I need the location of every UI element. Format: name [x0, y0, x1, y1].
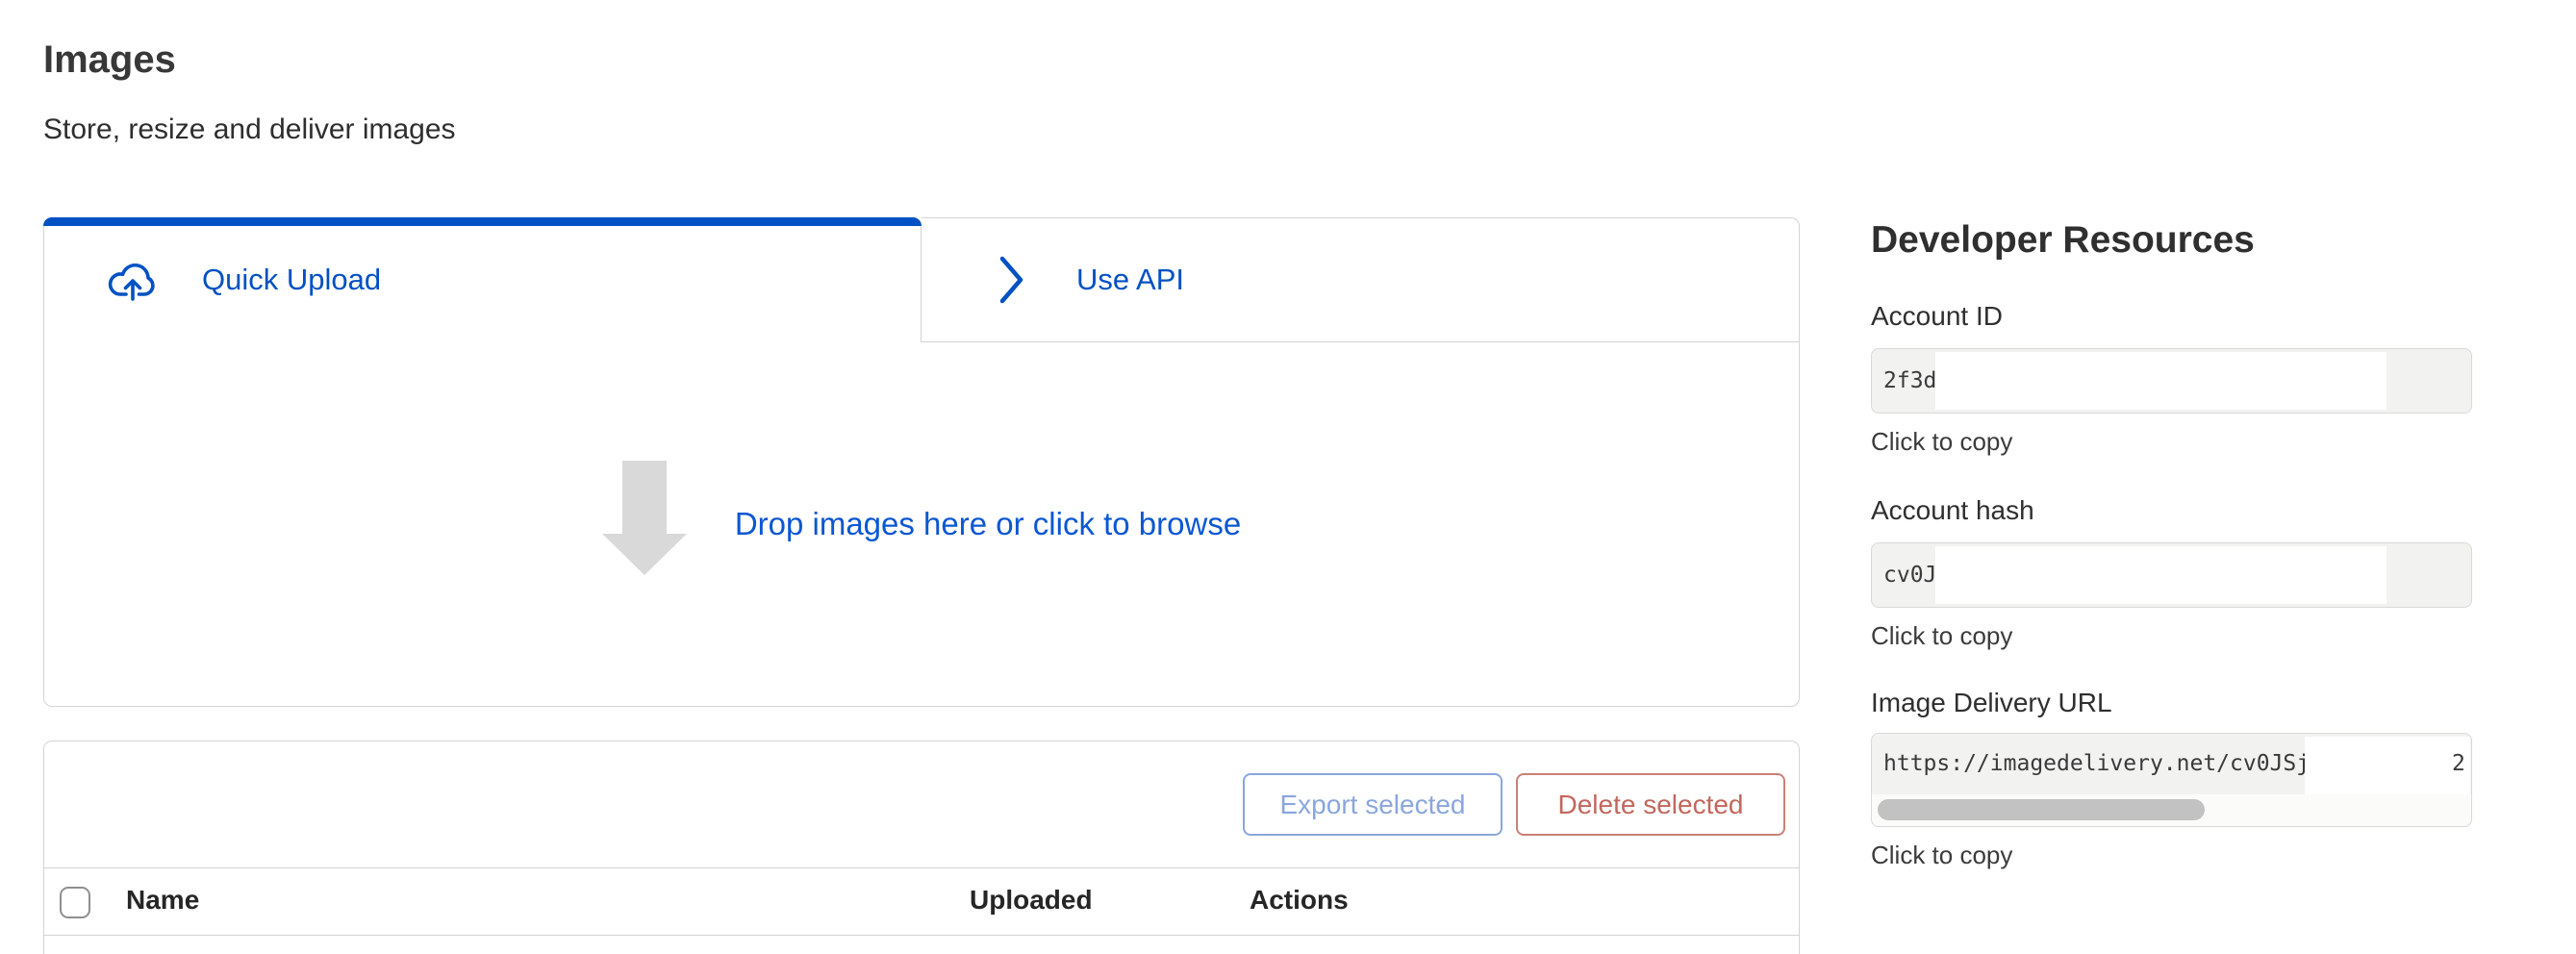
column-header-name: Name	[126, 885, 199, 916]
table-toolbar: Export selected Delete selected	[44, 741, 1799, 868]
export-selected-button[interactable]: Export selected	[1243, 773, 1503, 836]
tab-quick-upload-label: Quick Upload	[202, 263, 381, 297]
url-scrollbar-thumb[interactable]	[1878, 799, 2205, 820]
account-hash-copy-hint: Click to copy	[1871, 623, 2472, 648]
dropzone-label: Drop images here or click to browse	[735, 506, 1241, 542]
cloud-upload-icon	[107, 258, 159, 302]
table-header-row: Name Uploaded Actions	[44, 868, 1799, 936]
arrow-down-icon	[602, 461, 687, 575]
active-tab-accent-bar	[43, 217, 922, 226]
upload-tabs: Quick Upload Use API	[43, 217, 1800, 342]
page-title: Images	[43, 38, 176, 82]
delete-selected-button[interactable]: Delete selected	[1516, 773, 1785, 836]
chevron-right-icon	[998, 255, 1026, 305]
select-all-checkbox[interactable]	[60, 887, 90, 918]
tab-use-api-label: Use API	[1076, 263, 1184, 297]
redacted-value-fragment: 2	[2452, 734, 2465, 794]
account-id-copy-hint: Click to copy	[1871, 429, 2472, 454]
tab-quick-upload[interactable]: Quick Upload	[43, 217, 922, 342]
image-delivery-url-label: Image Delivery URL	[1871, 687, 2472, 719]
column-header-uploaded: Uploaded	[970, 885, 1093, 916]
account-id-field[interactable]: 2f3d	[1871, 348, 2472, 414]
account-hash-field[interactable]: cv0J	[1871, 542, 2472, 608]
images-page: Images Store, resize and deliver images …	[0, 0, 2576, 954]
redaction-overlay	[1935, 352, 2387, 410]
developer-resources-title: Developer Resources	[1871, 219, 2472, 262]
account-id-label: Account ID	[1871, 300, 2472, 333]
image-delivery-url-copy-hint: Click to copy	[1871, 842, 2472, 867]
images-table-box: Export selected Delete selected Name Upl…	[43, 741, 1800, 954]
redaction-overlay	[1935, 546, 2387, 604]
redaction-overlay	[2305, 737, 2470, 794]
account-hash-label: Account hash	[1871, 494, 2472, 527]
url-horizontal-scrollbar	[1872, 794, 2471, 826]
image-dropzone[interactable]: Drop images here or click to browse	[43, 342, 1800, 707]
image-delivery-url-field[interactable]: https://imagedelivery.net/cv0JSj 2	[1871, 733, 2472, 827]
column-header-actions: Actions	[1250, 885, 1349, 916]
page-subtitle: Store, resize and deliver images	[43, 113, 456, 146]
tab-use-api[interactable]: Use API	[922, 217, 1800, 342]
developer-resources-panel: Developer Resources Account ID 2f3d Clic…	[1871, 219, 2472, 867]
